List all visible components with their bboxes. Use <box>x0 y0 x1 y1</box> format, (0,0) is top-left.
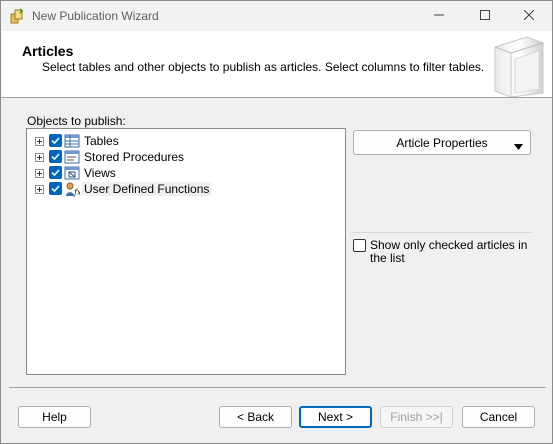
user-defined-functions-checkbox[interactable] <box>49 182 62 195</box>
finish-button: Finish >>| <box>380 406 453 428</box>
close-button[interactable] <box>506 1 552 31</box>
tree-item-label: Stored Procedures <box>84 150 185 164</box>
tree-item-label: User Defined Functions <box>82 182 212 196</box>
expand-icon[interactable] <box>35 153 44 162</box>
view-icon <box>64 165 80 181</box>
page-title: Articles <box>22 43 74 59</box>
tree-item-label: Views <box>84 166 116 180</box>
svg-text:fx: fx <box>73 188 80 197</box>
objects-tree[interactable]: Tables Stored Procedures Views f User De… <box>26 128 346 375</box>
tree-item-tables[interactable]: Tables <box>35 133 335 149</box>
tree-item-stored-procedures[interactable]: Stored Procedures <box>35 149 335 165</box>
show-only-checked-checkbox[interactable] <box>353 239 366 252</box>
maximize-button[interactable] <box>462 1 508 31</box>
expand-icon[interactable] <box>35 137 44 146</box>
back-button[interactable]: < Back <box>219 406 292 428</box>
help-button[interactable]: Help <box>18 406 91 428</box>
article-properties-label: Article Properties <box>396 135 488 150</box>
wizard-window: New Publication Wizard Articles Select t… <box>0 0 553 444</box>
tree-item-user-defined-functions[interactable]: fx User Defined Functions <box>35 181 335 197</box>
database-graphic-icon <box>487 33 549 98</box>
minimize-icon <box>434 9 444 23</box>
page-subtitle: Select tables and other objects to publi… <box>42 60 485 74</box>
tables-checkbox[interactable] <box>49 134 62 147</box>
divider <box>351 232 532 233</box>
expand-icon[interactable] <box>35 169 44 178</box>
expand-icon[interactable] <box>35 185 44 194</box>
article-properties-button[interactable]: Article Properties <box>353 130 531 155</box>
tree-item-views[interactable]: Views <box>35 165 335 181</box>
footer-divider <box>9 387 546 388</box>
next-button[interactable]: Next > <box>299 406 372 428</box>
maximize-icon <box>480 9 490 23</box>
stored-procedures-checkbox[interactable] <box>49 150 62 163</box>
table-icon <box>64 133 80 149</box>
show-only-checked-option[interactable]: Show only checked articles in the list <box>353 239 531 269</box>
window-title: New Publication Wizard <box>32 9 159 23</box>
stored-procedure-icon <box>64 149 80 165</box>
wizard-app-icon <box>9 8 25 24</box>
minimize-button[interactable] <box>416 1 462 31</box>
tree-item-label: Tables <box>84 134 119 148</box>
dropdown-arrow-icon <box>514 139 523 153</box>
close-icon <box>523 9 535 23</box>
objects-to-publish-label: Objects to publish: <box>27 114 126 128</box>
wizard-header: Articles Select tables and other objects… <box>1 31 552 98</box>
views-checkbox[interactable] <box>49 166 62 179</box>
show-only-checked-label: Show only checked articles in the list <box>370 238 528 265</box>
function-icon: fx <box>64 181 82 197</box>
title-bar: New Publication Wizard <box>1 1 552 31</box>
cancel-button[interactable]: Cancel <box>462 406 535 428</box>
